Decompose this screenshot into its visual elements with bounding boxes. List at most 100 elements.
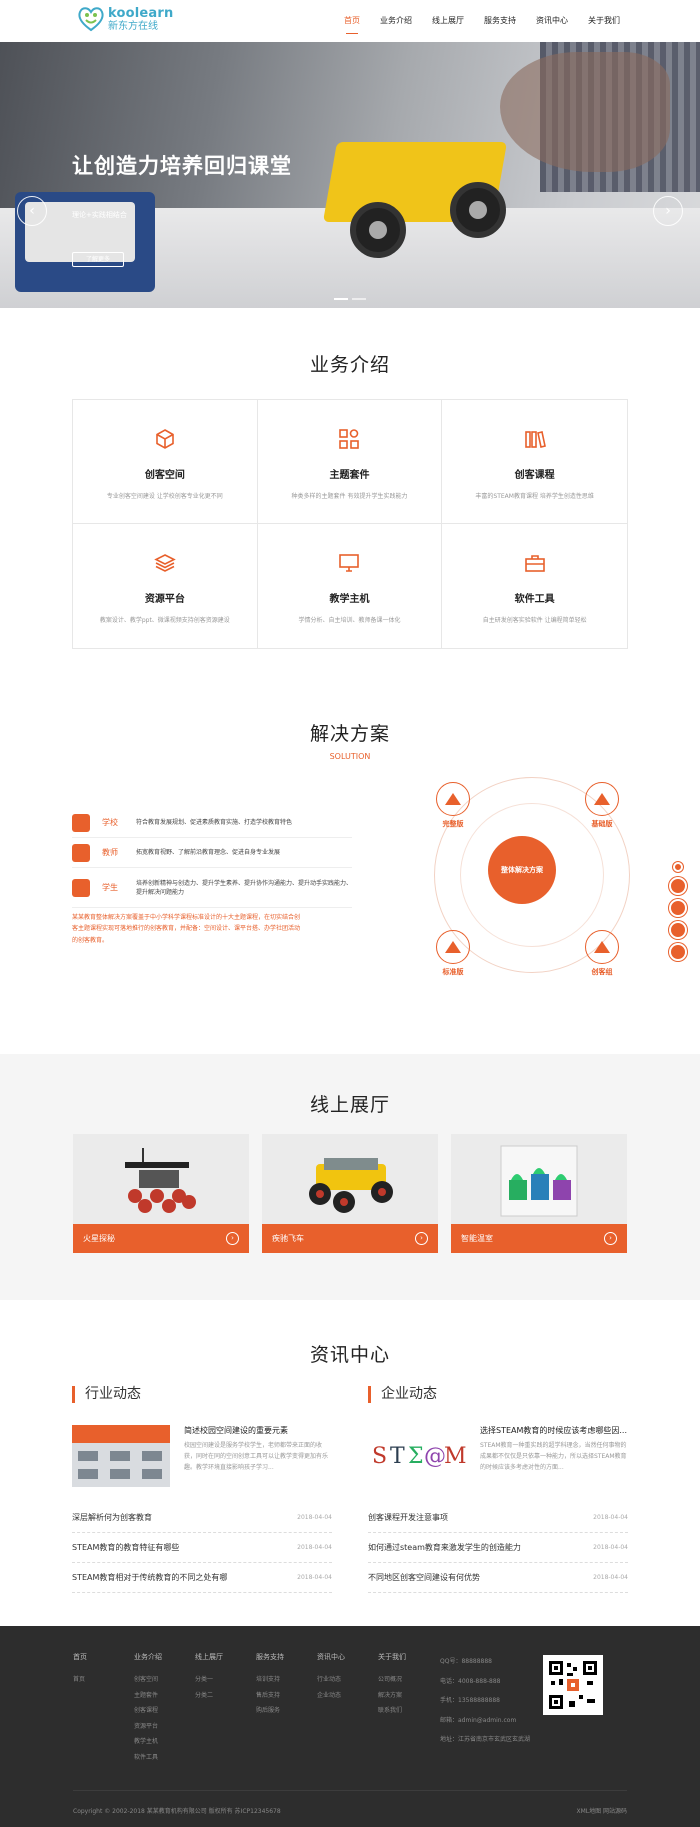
solution-row-label: 学生 [102,883,118,892]
business-item-title: 主题套件 [329,470,370,481]
solution-node-label: 创客组 [591,968,613,976]
news-item-title: 如何通过steam教育来激发学生的创造能力 [368,1543,521,1552]
business-item[interactable]: 资源平台 教案设计、教学ppt、微课视频支持创客资源建设 [73,524,258,648]
banner-prev-arrow-icon[interactable]: ‹ [17,196,47,226]
footer-col-head[interactable]: 首页 [73,1652,134,1662]
business-item[interactable]: 创客空间 专业创客空间建设 让学校创客专业化更不同 [73,400,258,524]
business-grid: 创客空间 专业创客空间建设 让学校创客专业化更不同 主题套件 种类多样的主题套件… [72,399,628,649]
solution-node-label: 完整版 [442,820,464,828]
footer-link[interactable]: 分类二 [195,1688,256,1704]
solution-node[interactable]: 完整版 [433,782,473,829]
industry-feature-title[interactable]: 简述校园空间建设的重要元素 [184,1425,332,1436]
business-item[interactable]: 创客课程 丰富的STEAM教育课程 培养学生创造性思维 [442,400,627,524]
footer-mobile: 手机：13588888888 [440,1697,500,1704]
footer-link[interactable]: 公司概况 [378,1672,439,1688]
chat-icon[interactable] [669,921,687,939]
solution-node[interactable]: 标准版 [433,930,473,977]
footer-link[interactable]: 教学主机 [134,1734,195,1750]
news-item-date: 2018-04-04 [297,1574,332,1581]
solution-node[interactable]: 创客组 [582,930,622,977]
exhibition-card-label: 智能温室 [461,1234,493,1243]
footer-col-head[interactable]: 业务介绍 [134,1652,195,1662]
banner-pagination [334,298,366,300]
news-item[interactable]: STEAM教育相对于传统教育的不同之处有哪 2018-04-04 [72,1563,332,1593]
footer-link[interactable]: 行业动态 [317,1672,378,1688]
solution-node[interactable]: 基础版 [582,782,622,829]
footer-link[interactable]: 资源平台 [134,1719,195,1735]
arrow-right-icon: › [415,1232,428,1245]
footer-link[interactable]: 分类一 [195,1672,256,1688]
footer-link[interactable]: 售后支持 [256,1688,317,1704]
triangle-icon [585,930,619,964]
footer-qq: QQ号：88888888 [440,1658,492,1665]
news-item[interactable]: 如何通过steam教育来激发学生的创造能力 2018-04-04 [368,1533,628,1563]
news-item[interactable]: 创客课程开发注意事项 2018-04-04 [368,1503,628,1533]
business-item[interactable]: 软件工具 自主研发创客实验软件 让编程简单轻松 [442,524,627,648]
exhibition-card[interactable]: 智能温室 › [451,1134,627,1253]
banner-dot-2[interactable] [352,298,366,300]
footer-col-head[interactable]: 资讯中心 [317,1652,378,1662]
grid-icon [339,429,360,449]
triangle-icon [436,930,470,964]
solution-row-desc: 符合教育发展规划、促进素质教育实施、打造学校教育特色 [136,819,293,826]
footer-col-head[interactable]: 关于我们 [378,1652,439,1662]
nav-support[interactable]: 服务支持 [474,0,526,42]
company-feature-title[interactable]: 选择STEAM教育的时候应该考虑哪些因... [480,1425,628,1436]
industry-feature[interactable]: 简述校园空间建设的重要元素 校园空间建设是服务学校学生，老师都带来正面的收获，同… [72,1425,332,1487]
nav-business[interactable]: 业务介绍 [370,0,422,42]
footer-col: 首页 首页 [73,1652,134,1765]
exhibition-card-bar[interactable]: 火星探秘 › [73,1224,249,1253]
footer-col: 服务支持 培训支持 售后支持 购后服务 [256,1652,317,1765]
company-news-heading[interactable]: 企业动态 [368,1386,628,1403]
news-item[interactable]: 不同地区创客空间建设有何优势 2018-04-04 [368,1563,628,1593]
footer-link[interactable]: 软件工具 [134,1750,195,1766]
exhibition-card-bar[interactable]: 智能温室 › [451,1224,627,1253]
up-arrow-icon[interactable] [669,943,687,961]
phone-icon[interactable] [669,899,687,917]
exhibition-card[interactable]: 火星探秘 › [73,1134,249,1253]
industry-news-heading[interactable]: 行业动态 [72,1386,332,1403]
exhibition-card[interactable]: 疾驰飞车 › [262,1134,438,1253]
footer-link[interactable]: 创客空间 [134,1672,195,1688]
qq-icon[interactable] [669,877,687,895]
footer-link[interactable]: 主题套件 [134,1688,195,1704]
exhibition-card-bar[interactable]: 疾驰飞车 › [262,1224,438,1253]
solution-subtitle: SOLUTION [329,752,371,761]
back-to-top-dot-icon[interactable] [673,862,683,872]
news-item[interactable]: STEAM教育的教育特征有哪些 2018-04-04 [72,1533,332,1563]
logo[interactable]: koolearn 新东方在线 [77,5,173,33]
nav-about[interactable]: 关于我们 [578,0,630,42]
footer-link[interactable]: 解决方案 [378,1688,439,1704]
company-feature[interactable]: S T Σ @ M 选择STEAM教育的时候应该考虑哪些因... STEAM教育… [368,1425,628,1487]
footer-link[interactable]: 培训支持 [256,1672,317,1688]
footer-link[interactable]: 企业动态 [317,1688,378,1704]
footer-link[interactable]: 创客课程 [134,1703,195,1719]
exhibition-image-greenhouse [451,1134,627,1224]
footer-address: 地址：江苏省南京市玄武区玄武湖 [440,1736,531,1743]
footer-col-head[interactable]: 服务支持 [256,1652,317,1662]
solution-core[interactable]: 整体解决方案 [488,836,556,904]
business-item[interactable]: 教学主机 学情分析、自主培训、教师备课一体化 [258,524,443,648]
nav-news[interactable]: 资讯中心 [526,0,578,42]
footer-link[interactable]: 联系我们 [378,1703,439,1719]
business-item-title: 教学主机 [329,594,370,605]
svg-text:S: S [372,1444,387,1469]
news-item-title: 深层解析何为创客教育 [72,1513,152,1522]
banner-next-arrow-icon[interactable]: › [653,196,683,226]
footer-sitemap-links[interactable]: XML地图 网站源码 [576,1806,627,1815]
business-item[interactable]: 主题套件 种类多样的主题套件 有效提升学生实践能力 [257,400,443,524]
nav-exhibition[interactable]: 线上展厅 [422,0,474,42]
footer-link[interactable]: 购后服务 [256,1703,317,1719]
banner-subtitle: 理论+实践相结合 [72,211,127,219]
footer-col-head[interactable]: 线上展厅 [195,1652,256,1662]
news-item-date: 2018-04-04 [593,1574,628,1581]
arrow-right-icon: › [604,1232,617,1245]
banner-more-button[interactable]: 了解更多 [72,252,124,267]
industry-feature-body: 校园空间建设是服务学校学生，老师都带来正面的收获，同时在同的空间创意工具可以让教… [184,1442,329,1471]
hero-banner: 让创造力培养回归课堂 理论+实践相结合 了解更多 ‹ › [0,42,700,308]
nav-home[interactable]: 首页 [334,0,370,42]
banner-dot-1[interactable] [334,298,348,300]
news-item[interactable]: 深层解析何为创客教育 2018-04-04 [72,1503,332,1533]
footer-divider [73,1790,627,1791]
footer-link[interactable]: 首页 [73,1672,134,1688]
